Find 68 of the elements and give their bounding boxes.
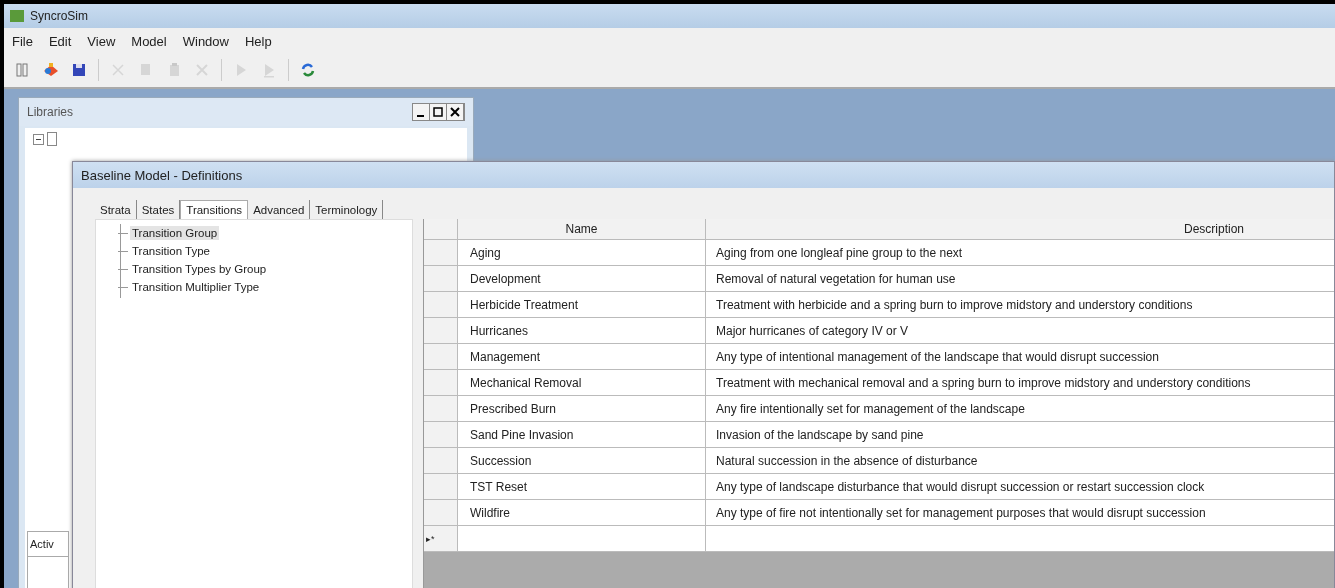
table-cell: Management (458, 344, 706, 369)
table-row[interactable]: Development Removal of natural vegetation for human use (424, 266, 1334, 292)
table-cell: Development (458, 266, 706, 291)
table-cell: Wildfire (458, 500, 706, 525)
new-row[interactable]: ▸* (424, 526, 1334, 552)
app-icon (10, 10, 24, 22)
table-cell: Aging (458, 240, 706, 265)
table-cell-text: Treatment with mechanical removal and a spring burn to improve midstory and understory conditions (715, 374, 1252, 392)
tree-item[interactable]: Transition Group (130, 226, 220, 240)
table-row[interactable]: Prescribed Burn Any fire intentionally set for management of the landscape (424, 396, 1334, 422)
open-icon[interactable] (42, 61, 60, 79)
menu-item[interactable]: Model (131, 34, 167, 49)
table-row[interactable]: Aging Aging from one longleaf pine group to the next (424, 240, 1334, 266)
maximize-button[interactable] (430, 104, 447, 120)
table-cell: Mechanical Removal (458, 370, 706, 395)
close-button[interactable] (447, 104, 464, 120)
table-cell-text: Major hurricanes of category IV or V (715, 322, 910, 340)
table-row[interactable]: Sand Pine Invasion Invasion of the landscape by sand pine (424, 422, 1334, 448)
row-header[interactable] (424, 500, 458, 525)
tree-item[interactable]: Transition Types by Group (130, 262, 269, 276)
row-header[interactable] (424, 474, 458, 499)
menu-item[interactable]: Help (245, 34, 272, 49)
table-cell-text: Natural succession in the absence of disturbance (715, 452, 979, 470)
table-cell: Sand Pine Invasion (458, 422, 706, 447)
table-cell-text: Treatment with herbicide and a spring burn to improve midstory and understory conditions (715, 296, 1194, 314)
tree-item[interactable]: Transition Type (130, 244, 212, 258)
table-cell: TST Reset (458, 474, 706, 499)
table-cell: Succession (458, 448, 706, 473)
table-cell-text: Invasion of the landscape by sand pine (715, 426, 925, 444)
menu-item[interactable]: File (12, 34, 33, 49)
table-cell: Herbicide Treatment (458, 292, 706, 317)
tab[interactable]: Transitions (180, 200, 249, 219)
row-header[interactable] (424, 318, 458, 343)
window-title: SyncroSim (30, 9, 88, 23)
table-row[interactable]: Wildfire Any type of fire not intentionally set for management purposes that would disrupt succession (424, 500, 1334, 526)
row-header[interactable] (424, 240, 458, 265)
table-cell: Prescribed Burn (458, 396, 706, 421)
menu-item[interactable]: View (87, 34, 116, 49)
table-row[interactable]: Mechanical Removal Treatment with mechanical removal and a spring burn to improve midstory and understory conditions (424, 370, 1334, 396)
row-header[interactable] (424, 370, 458, 395)
collapse-icon[interactable] (33, 134, 44, 145)
table-cell-text: Any fire intentionally set for management of the landscape (715, 400, 1026, 418)
row-header[interactable] (424, 344, 458, 369)
refresh-icon[interactable] (299, 61, 317, 79)
row-header[interactable] (424, 422, 458, 447)
row-header[interactable] (424, 266, 458, 291)
window-title: Baseline Model - Definitions (73, 162, 1334, 188)
tree-item[interactable]: Transition Multiplier Type (130, 280, 262, 294)
row-header[interactable] (424, 396, 458, 421)
row-header[interactable] (424, 292, 458, 317)
save-icon[interactable] (70, 61, 88, 79)
table-row[interactable]: Management Any type of intentional management of the landscape that would disrupt succession (424, 344, 1334, 370)
table-cell-text: Aging from one longleaf pine group to the next (715, 244, 964, 262)
table-cell-text: Any type of intentional management of the landscape that would disrupt succession (715, 348, 1160, 366)
table-row[interactable]: Succession Natural succession in the absence of disturbance (424, 448, 1334, 474)
table-row[interactable]: TST Reset Any type of landscape disturbance that would disrupt succession or restart succession clock (424, 474, 1334, 500)
menu-item[interactable]: Window (182, 34, 229, 49)
table-row[interactable]: Hurricanes Major hurricanes of category IV or V (424, 318, 1334, 344)
table-row[interactable]: Herbicide Treatment Treatment with herbicide and a spring burn to improve midstory and understory conditions (424, 292, 1334, 318)
row-header[interactable] (424, 448, 458, 473)
library-icon (47, 132, 57, 146)
table-cell-text: Any type of fire not intentionally set for management purposes that would disrupt succession (715, 504, 1207, 522)
menu-item[interactable]: Edit (48, 34, 72, 49)
table-cell: Hurricanes (458, 318, 706, 343)
table-cell-text: Any type of landscape disturbance that would disrupt succession or restart succession clock (715, 478, 1206, 496)
new-row-marker: ▸* (424, 526, 458, 551)
panel-title: Libraries (27, 105, 74, 119)
table-cell-text: Removal of natural vegetation for human use (715, 270, 957, 288)
